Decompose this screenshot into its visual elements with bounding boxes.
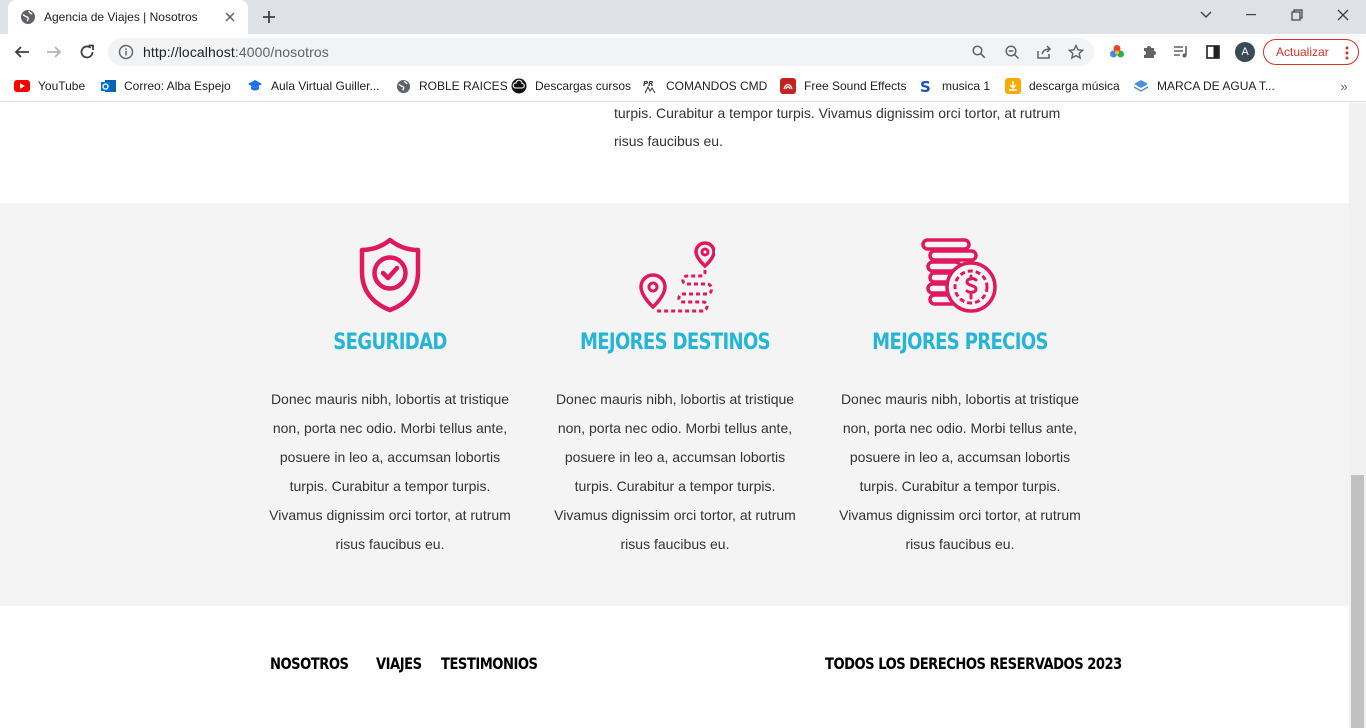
about-text-tail: turpis. Curabitur a tempor turpis. Vivam… [614,105,1061,149]
footer-link-testimonios[interactable]: Testimonios [441,654,538,673]
copyright: Todos los derechos reservados 2023 [825,654,1122,673]
profile-avatar[interactable]: A [1235,42,1255,62]
bookmarks-bar: YouTube Correo: Alba Espejo Aula Virtual… [0,70,1366,102]
footer-nav: Nosotros Viajes Testimonios [270,654,545,673]
bookmark-label: ROBLE RAICES [419,79,508,93]
zoom-out-icon[interactable] [1003,43,1021,61]
search-icon[interactable] [970,43,988,61]
update-label: Actualizar [1276,45,1329,59]
page-viewport: turpis. Curabitur a tempor turpis. Vivam… [0,103,1349,728]
new-tab-button[interactable] [258,7,280,27]
back-button[interactable] [9,39,35,65]
globe-icon [395,78,411,94]
extensions-icon[interactable] [1140,43,1158,61]
bookmark-label: Aula Virtual Guiller... [271,79,380,93]
bookmark-label: descarga música [1029,79,1120,93]
bookmark-label: Descargas cursos [535,79,632,93]
bookmark-label: Free Sound Effects [804,79,907,93]
minimize-icon[interactable] [1228,0,1274,30]
feature-title: Mejores Destinos [579,330,771,355]
feature-text: Donec mauris nibh, lobortis at tristique… [269,391,511,552]
s-icon: S [918,78,934,94]
share-icon[interactable] [1035,43,1053,61]
features-section: Seguridad Donec mauris nibh, lobortis at… [0,203,1349,606]
bookmark-roble-raices[interactable]: ROBLE RAICES [395,77,508,95]
bookmark-descarga-musica[interactable]: descarga música [1005,77,1120,95]
update-button[interactable]: Actualizar [1263,39,1359,65]
bookmark-label: musica 1 [942,79,991,93]
site-footer: Nosotros Viajes Testimonios Todos los de… [0,606,1349,728]
youtube-icon [14,78,30,94]
footer-link-viajes[interactable]: Viajes [376,654,422,673]
forward-button[interactable] [41,39,67,65]
bookmark-youtube[interactable]: YouTube [14,77,85,95]
page-scrollbar[interactable] [1349,103,1366,728]
bookmark-label: COMANDOS CMD [666,79,768,93]
media-control-icon[interactable] [1172,43,1190,61]
tab-title: Agencia de Viajes | Nosotros [44,10,198,24]
route-pins-icon [639,241,715,313]
site-info-icon[interactable] [118,44,134,60]
bookmark-aula-virtual[interactable]: Aula Virtual Guiller... [247,77,380,95]
side-panel-icon[interactable] [1204,43,1222,61]
coins-dollar-icon [921,238,997,313]
browser-toolbar: http://localhost:4000/nosotros A Actuali… [0,34,1366,70]
close-tab-icon[interactable] [222,9,238,25]
close-window-icon[interactable] [1320,0,1366,30]
shield-check-icon [359,237,421,313]
pr-icon: PR [642,78,658,94]
download-cloud-icon [511,78,527,94]
url-text: http://localhost:4000/nosotros [143,44,329,60]
tab-strip: Agencia de Viajes | Nosotros [0,0,1366,34]
download-box-icon [1005,78,1021,94]
color-extension-icon[interactable] [1108,43,1126,61]
scrollbar-thumb[interactable] [1351,475,1364,728]
url-path: :4000/nosotros [234,44,329,60]
feature-text: Donec mauris nibh, lobortis at tristique… [839,391,1081,552]
restore-icon[interactable] [1274,0,1320,30]
bookmark-descargas-cursos[interactable]: Descargas cursos [511,77,631,95]
layers-icon [1133,78,1149,94]
bookmark-label: Correo: Alba Espejo [124,79,231,93]
url-host: http://localhost [143,44,235,60]
bookmark-free-sound-effects[interactable]: Free Sound Effects [780,77,907,95]
sound-icon [780,78,796,94]
feature-title: Mejores Precios [872,330,1048,355]
address-bar[interactable]: http://localhost:4000/nosotros [108,38,1094,66]
reload-button[interactable] [74,39,100,65]
globe-icon [21,10,35,24]
outlook-icon [100,78,116,94]
graduation-cap-icon [247,78,263,94]
feature-text: Donec mauris nibh, lobortis at tristique… [554,391,796,552]
bookmark-correo[interactable]: Correo: Alba Espejo [100,77,231,95]
bookmark-star-icon[interactable] [1067,43,1085,61]
bookmark-musica-1[interactable]: S musica 1 [918,77,990,95]
more-menu-icon[interactable] [1345,45,1349,61]
footer-link-nosotros[interactable]: Nosotros [270,654,349,673]
bookmark-label: MARCA DE AGUA T... [1157,79,1275,93]
bookmark-comandos-cmd[interactable]: PR COMANDOS CMD [642,77,767,95]
feature-title: Seguridad [333,330,447,355]
more-bookmarks-icon[interactable]: » [1336,77,1352,95]
bookmark-label: YouTube [38,79,86,93]
svg-text:S: S [920,78,931,94]
bookmark-marca-de-agua[interactable]: MARCA DE AGUA T... [1133,77,1275,95]
browser-tab[interactable]: Agencia de Viajes | Nosotros [8,0,248,34]
tab-search-icon[interactable] [1183,0,1229,30]
